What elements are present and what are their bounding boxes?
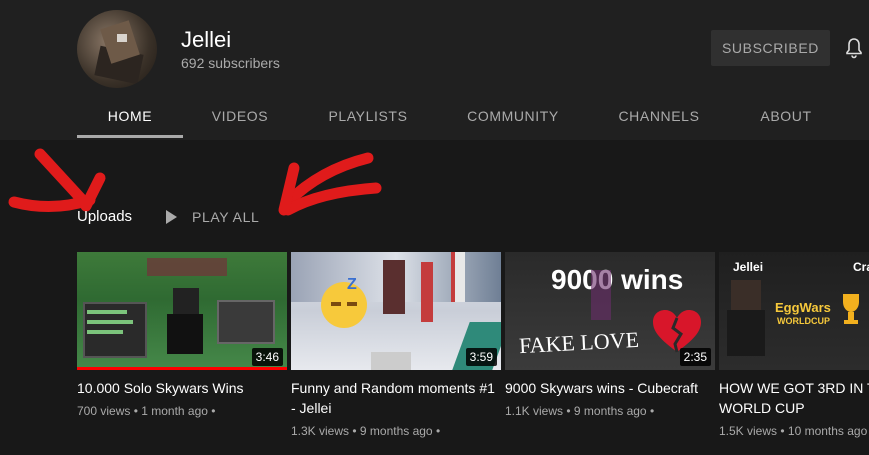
thumbnail-text: 9000 wins	[551, 264, 684, 295]
tab-home[interactable]: HOME	[77, 94, 183, 138]
video-card[interactable]: 9000 wins FAKE LOVE 2:35 9000 Skywars wi…	[505, 252, 715, 418]
bell-icon[interactable]	[842, 36, 866, 60]
video-card[interactable]: Jellei Cra EggWars WORLDCUP HOW WE GOT 3…	[719, 252, 869, 438]
channel-header: Jellei 692 subscribers SUBSCRIBED HOME V…	[0, 0, 869, 140]
play-icon	[166, 210, 177, 224]
video-duration: 3:59	[465, 348, 497, 366]
thumbnail-text: Jellei	[733, 260, 764, 274]
video-meta: 1.5K views • 10 months ago •	[719, 424, 869, 438]
video-title[interactable]: Funny and Random moments #1 - Jellei	[291, 378, 501, 418]
subscribed-button[interactable]: SUBSCRIBED	[711, 30, 830, 66]
video-card[interactable]: 3:46 10.000 Solo Skywars Wins 700 views …	[77, 252, 287, 418]
watch-progress-bar	[77, 367, 287, 370]
trophy-icon	[843, 294, 859, 324]
thumbnail-text: EggWars	[775, 300, 831, 315]
video-title[interactable]: HOW WE GOT 3RD IN THE WORLD CUP	[719, 378, 869, 418]
video-thumbnail[interactable]: Jellei Cra EggWars WORLDCUP	[719, 252, 869, 370]
channel-avatar[interactable]	[77, 10, 157, 88]
tab-playlists[interactable]: PLAYLISTS	[321, 94, 415, 138]
play-all-label: PLAY ALL	[192, 209, 260, 225]
video-duration: 3:46	[251, 348, 283, 366]
video-duration: 2:35	[679, 348, 711, 366]
thumbnail-text: WORLDCUP	[777, 316, 830, 326]
video-meta: 700 views • 1 month ago •	[77, 404, 216, 418]
shelf-title[interactable]: Uploads	[77, 208, 132, 225]
video-thumbnail[interactable]: Z 3:59	[291, 252, 501, 370]
video-thumbnail[interactable]: 3:46	[77, 252, 287, 370]
tab-videos[interactable]: VIDEOS	[204, 94, 276, 138]
tab-channels[interactable]: CHANNELS	[613, 94, 705, 138]
thumbnail-text: FAKE LOVE	[518, 326, 640, 359]
channel-name: Jellei	[181, 27, 232, 52]
tab-about[interactable]: ABOUT	[753, 94, 819, 138]
video-thumbnail[interactable]: 9000 wins FAKE LOVE 2:35	[505, 252, 715, 370]
play-all-button[interactable]: PLAY ALL	[160, 203, 259, 231]
subscriber-count: 692 subscribers	[181, 55, 280, 71]
thumbnail-text: Z	[347, 276, 357, 293]
tab-community[interactable]: COMMUNITY	[461, 94, 565, 138]
video-title[interactable]: 9000 Skywars wins - Cubecraft	[505, 378, 715, 398]
video-meta: 1.3K views • 9 months ago •	[291, 424, 441, 438]
thumbnail-text: Cra	[853, 260, 869, 274]
video-meta: 1.1K views • 9 months ago •	[505, 404, 655, 418]
video-title[interactable]: 10.000 Solo Skywars Wins	[77, 378, 287, 398]
video-card[interactable]: Z 3:59 Funny and Random moments #1 - Jel…	[291, 252, 501, 438]
